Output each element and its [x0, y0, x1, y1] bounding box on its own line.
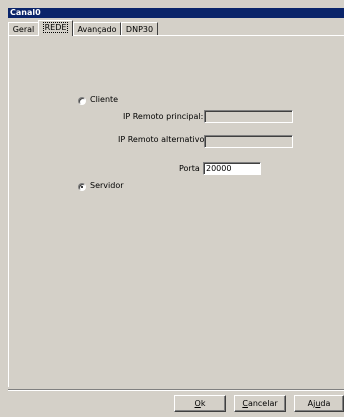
cancel-button[interactable]: Cancelar: [234, 395, 286, 412]
ip-primary-input[interactable]: [205, 111, 292, 122]
tab-rede[interactable]: REDE: [38, 20, 73, 36]
ip-secondary-field[interactable]: [204, 135, 293, 148]
tab-geral-label: Geral: [12, 25, 35, 34]
port-input[interactable]: [204, 163, 260, 174]
ip-primary-field[interactable]: [204, 110, 293, 123]
server-radio[interactable]: [78, 183, 86, 191]
server-radio-dot: [81, 186, 83, 188]
tab-avancado[interactable]: Avançado: [73, 22, 121, 35]
client-label: Cliente: [90, 95, 119, 104]
window-title: Canal0: [10, 8, 41, 17]
tab-geral[interactable]: Geral: [8, 22, 39, 35]
title-bar: Canal0: [8, 8, 344, 18]
ip-secondary-label: IP Remoto alternativo: [118, 135, 205, 144]
footer-separator: [8, 389, 344, 391]
ip-primary-label: IP Remoto principal:: [123, 112, 204, 121]
port-label: Porta: [179, 164, 200, 173]
server-label: Servidor: [90, 181, 124, 190]
tab-panel-rede: Cliente IP Remoto principal: IP Remoto a…: [8, 35, 344, 387]
port-field[interactable]: [203, 162, 261, 175]
ok-label-rest: k: [200, 399, 206, 408]
tab-dnp30[interactable]: DNP30: [121, 22, 158, 35]
tab-rede-label: REDE: [42, 22, 69, 33]
tab-avancado-label: Avançado: [77, 25, 117, 34]
ip-secondary-input[interactable]: [205, 136, 292, 147]
dialog-window: Canal0 Geral REDE Avançado DNP30 Cliente…: [0, 0, 344, 417]
help-label-rest: da: [320, 399, 331, 408]
cancel-label-rest: ancelar: [247, 399, 278, 408]
help-button[interactable]: Ajuda: [294, 395, 344, 412]
tab-dnp30-label: DNP30: [125, 25, 154, 34]
client-radio[interactable]: [78, 97, 86, 105]
ok-button[interactable]: Ok: [174, 395, 226, 412]
